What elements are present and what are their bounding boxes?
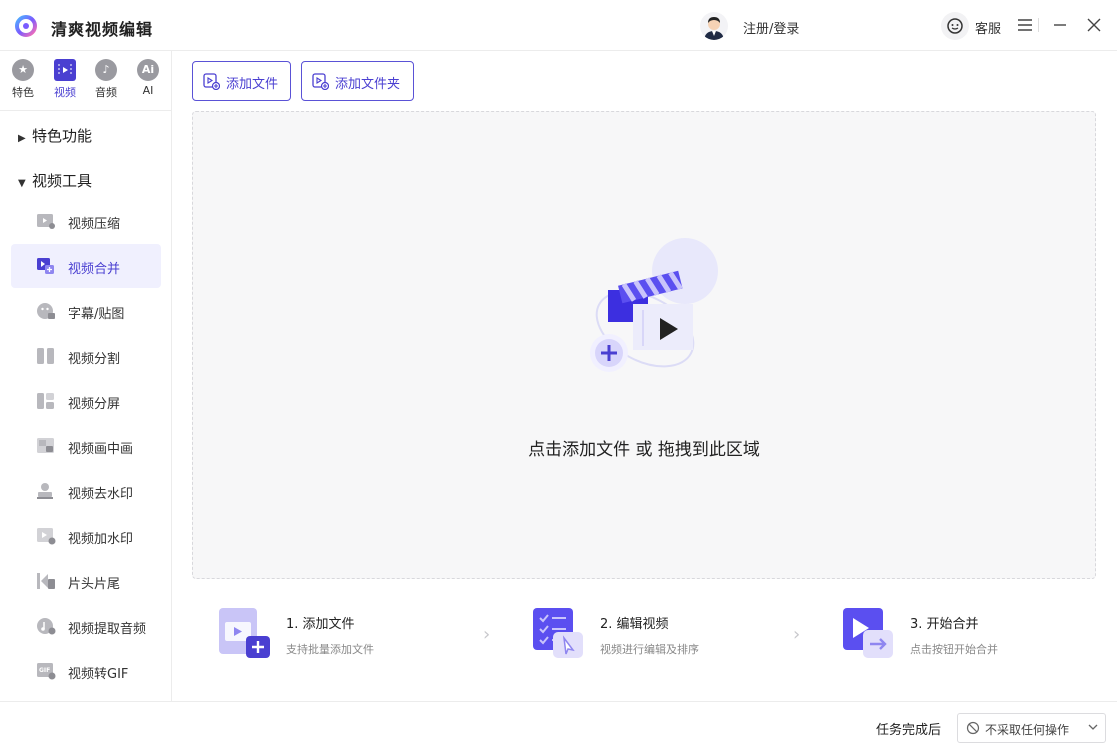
- sidebar-item-label: 视频转GIF: [68, 667, 129, 682]
- step-add-file: 1. 添加文件 支持批量添加文件: [219, 605, 439, 665]
- title-bar: 清爽视频编辑 注册/登录 客服: [0, 0, 1117, 51]
- add-file-label: 添加文件: [226, 77, 279, 92]
- edit-video-step-icon: [533, 608, 583, 658]
- footer-bar: 任务完成后 不采取任何操作: [0, 701, 1117, 752]
- tab-special[interactable]: ★ 特色: [6, 59, 40, 105]
- category-tabs: ★ 特色 视频 ♪ 音频 Ai AI: [0, 51, 172, 111]
- pip-icon: [37, 438, 54, 453]
- chevron-right-icon: ›: [483, 624, 491, 645]
- sidebar: ★ 特色 视频 ♪ 音频 Ai AI ▶ 特色功能 ▼ 视频工具 视频压缩 视频…: [0, 51, 172, 701]
- chevron-right-icon: ›: [793, 624, 801, 645]
- sidebar-item-label: 字幕/贴图: [68, 307, 125, 322]
- tab-video[interactable]: 视频: [48, 59, 82, 105]
- login-register-link[interactable]: 注册/登录: [743, 18, 799, 37]
- customer-service-button[interactable]: 客服: [941, 12, 1005, 40]
- group-video-tools[interactable]: ▼ 视频工具: [18, 170, 92, 191]
- close-icon[interactable]: [1083, 14, 1105, 36]
- sidebar-item-add-watermark[interactable]: 视频加水印: [11, 514, 161, 558]
- tab-video-label: 视频: [54, 86, 76, 99]
- film-icon: [54, 59, 76, 81]
- sidebar-item-extract-audio[interactable]: 视频提取音频: [11, 604, 161, 648]
- sidebar-item-label: 片头片尾: [68, 577, 121, 592]
- after-task-label: 任务完成后: [876, 723, 942, 738]
- group-video-label: 视频工具: [32, 172, 93, 190]
- caret-right-icon: ▶: [18, 133, 26, 144]
- sidebar-item-remove-watermark[interactable]: 视频去水印: [11, 469, 161, 513]
- tab-audio[interactable]: ♪ 音频: [89, 59, 123, 105]
- step-title: 3. 开始合并: [910, 617, 979, 632]
- watermark-add-icon: [37, 528, 56, 545]
- tab-audio-label: 音频: [95, 86, 117, 99]
- headset-icon: [941, 12, 969, 40]
- sidebar-item-video-to-gif[interactable]: GIF 视频转GIF: [11, 649, 161, 693]
- step-description: 点击按钮开始合并: [910, 643, 998, 656]
- customer-service-label: 客服: [975, 22, 1002, 37]
- step-title: 2. 编辑视频: [600, 617, 669, 632]
- split-icon: [37, 348, 54, 364]
- sidebar-item-label: 视频分屏: [68, 397, 121, 412]
- sidebar-item-label: 视频加水印: [68, 532, 134, 547]
- add-file-icon: [203, 73, 220, 90]
- compress-icon: [37, 214, 55, 229]
- sidebar-item-subtitle-sticker[interactable]: 字幕/贴图: [11, 289, 161, 333]
- caret-down-icon: ▼: [18, 178, 26, 189]
- after-task-select[interactable]: 不采取任何操作: [957, 713, 1106, 743]
- stamp-remove-icon: [37, 483, 53, 499]
- menu-icon[interactable]: [1014, 14, 1036, 36]
- video-clapper-illustration-icon: [590, 238, 718, 372]
- sidebar-item-label: 视频压缩: [68, 217, 121, 232]
- add-folder-button[interactable]: 添加文件夹: [301, 61, 414, 101]
- tab-ai-label: AI: [142, 84, 154, 97]
- app-logo-icon: [15, 15, 37, 37]
- sidebar-item-label: 视频画中画: [68, 442, 134, 457]
- prohibited-icon: [966, 721, 980, 735]
- add-folder-icon: [312, 73, 329, 90]
- svg-text:GIF: GIF: [39, 667, 50, 674]
- user-avatar-icon: [704, 17, 724, 40]
- group-special-features[interactable]: ▶ 特色功能: [18, 125, 92, 146]
- sidebar-item-video-split[interactable]: 视频分割: [11, 334, 161, 378]
- title-divider: [1038, 18, 1039, 32]
- ai-icon: Ai: [137, 59, 159, 81]
- drop-zone-hint: 点击添加文件 或 拖拽到此区域: [528, 440, 760, 460]
- extract-audio-icon: [37, 618, 56, 635]
- sidebar-item-label: 视频分割: [68, 352, 121, 367]
- step-description: 视频进行编辑及排序: [600, 643, 699, 656]
- step-edit-video: 2. 编辑视频 视频进行编辑及排序: [533, 605, 753, 665]
- intro-outro-icon: [37, 573, 55, 589]
- sidebar-item-intro-outro[interactable]: 片头片尾: [11, 559, 161, 603]
- sidebar-item-picture-in-picture[interactable]: 视频画中画: [11, 424, 161, 468]
- tab-ai[interactable]: Ai AI: [131, 59, 165, 105]
- add-file-button[interactable]: 添加文件: [192, 61, 291, 101]
- step-description: 支持批量添加文件: [286, 643, 374, 656]
- music-note-icon: ♪: [95, 59, 117, 81]
- sidebar-item-video-compress[interactable]: 视频压缩: [11, 199, 161, 243]
- add-folder-label: 添加文件夹: [335, 77, 401, 92]
- minimize-icon[interactable]: [1049, 14, 1071, 36]
- sticker-icon: [37, 303, 55, 319]
- split-screen-icon: [37, 393, 54, 409]
- step-title: 1. 添加文件: [286, 617, 355, 632]
- start-merge-step-icon: [843, 608, 893, 658]
- after-task-value: 不采取任何操作: [985, 723, 1070, 737]
- group-special-label: 特色功能: [32, 127, 93, 145]
- sidebar-item-split-screen[interactable]: 视频分屏: [11, 379, 161, 423]
- sidebar-item-video-merge[interactable]: 视频合并: [11, 244, 161, 288]
- gif-icon: GIF: [37, 663, 56, 680]
- sidebar-item-label: 视频提取音频: [68, 622, 147, 637]
- app-title: 清爽视频编辑: [51, 20, 154, 39]
- sidebar-item-label: 视频合并: [68, 262, 121, 277]
- star-icon: ★: [12, 59, 34, 81]
- file-drop-zone[interactable]: 点击添加文件 或 拖拽到此区域: [192, 111, 1096, 579]
- merge-icon: [37, 258, 54, 274]
- tab-special-label: 特色: [12, 86, 34, 99]
- user-avatar[interactable]: [700, 12, 728, 40]
- chevron-down-icon: [1088, 724, 1098, 730]
- sidebar-item-label: 视频去水印: [68, 487, 134, 502]
- add-file-step-icon: [219, 608, 270, 658]
- step-start-merge: 3. 开始合并 点击按钮开始合并: [843, 605, 1063, 665]
